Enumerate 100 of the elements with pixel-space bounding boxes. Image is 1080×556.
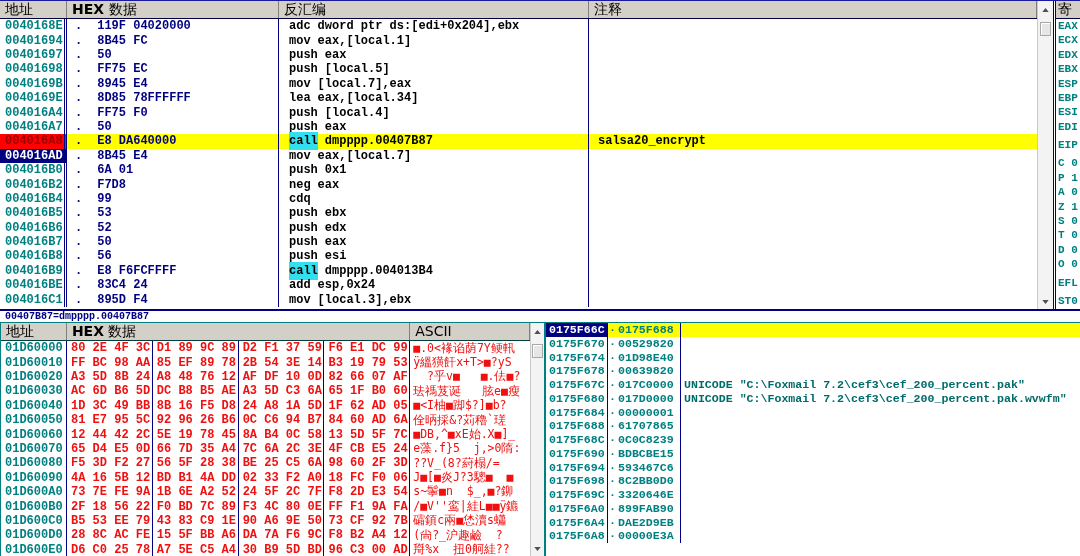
memory-address[interactable]: 00401697 [0, 47, 67, 63]
column-header[interactable]: 反汇编 [279, 1, 589, 18]
stack-address[interactable]: 0175F680 [546, 391, 608, 406]
memory-address[interactable]: 004016C1 [0, 292, 67, 307]
hex-bytes: D1 89 9C 89 [156, 340, 237, 357]
stack-address[interactable]: 0175F6A8 [546, 529, 608, 543]
hex-bytes: FF F1 9A FA [328, 498, 408, 515]
up-arrow-icon[interactable] [1042, 7, 1049, 12]
hex-bytes: D2 F1 37 59 [242, 340, 322, 357]
memory-address[interactable]: 004016B4 [0, 191, 67, 207]
column-header[interactable]: HEX 数据 [67, 1, 279, 18]
hex-bytes: 65 1F B0 60 [328, 383, 408, 400]
memory-address[interactable]: 004016BE [0, 278, 67, 293]
column-header[interactable]: ASCII [410, 323, 530, 340]
line-marker: · [609, 363, 616, 380]
line-marker: · [609, 349, 616, 366]
hex-bytes: 30 B9 5D BD [242, 541, 322, 556]
memory-address[interactable]: 0040168E [0, 19, 67, 34]
opcode-bytes: 8B45 FC [97, 32, 148, 49]
memory-address[interactable]: 0040169B [0, 76, 67, 91]
instruction-operands: [local.3],ebx [317, 291, 412, 309]
instruction-mnemonic: push [289, 234, 318, 250]
stack-address[interactable]: 0175F698 [546, 474, 608, 488]
ascii-text: 礵顉c兩■恷瀆s蠨 [413, 513, 507, 529]
down-arrow-icon[interactable] [1042, 300, 1049, 304]
line-marker: · [609, 404, 616, 421]
memory-address[interactable]: 004016B2 [0, 177, 67, 192]
opcode-bytes: E8 F6FCFFFF [97, 262, 177, 279]
opcode-bytes: 8945 E4 [97, 75, 148, 92]
memory-address[interactable]: 004016B6 [0, 220, 67, 235]
hex-bytes: D6 C0 25 78 [71, 541, 151, 556]
ascii-text: ?乎v■ ■.佉■? [426, 369, 521, 385]
ascii-text: 佺昞採&?苅穭`瑳 [413, 412, 507, 428]
memory-address[interactable]: 004016B0 [0, 162, 67, 178]
hex-bytes: 15 5F BB A6 [156, 527, 237, 544]
register-name: EBP [1058, 90, 1078, 106]
hex-bytes: A8 48 76 12 [156, 369, 237, 385]
stack-address[interactable]: 0175F66C [546, 323, 608, 337]
column-header[interactable]: 地址 [1, 323, 67, 340]
stack-address[interactable]: 0175F68C [546, 433, 608, 447]
hex-bytes: 12 44 42 2C [71, 426, 151, 443]
vertical-scrollbar[interactable] [530, 323, 544, 556]
instruction-mnemonic: cdq [289, 191, 311, 207]
opcode-bytes: 52 [97, 219, 112, 236]
opcode-bytes: 50 [97, 234, 112, 250]
memory-address[interactable]: 004016A4 [0, 105, 67, 120]
column-header[interactable]: 寄 [1056, 1, 1080, 19]
up-arrow-icon[interactable] [534, 329, 541, 334]
opcode-bytes: 53 [97, 205, 112, 222]
opcode-bytes: FF75 EC [97, 61, 148, 78]
hex-bytes: 43 83 C9 1E [156, 512, 237, 529]
opcode-bytes: 56 [97, 248, 112, 265]
hex-bytes: 90 A6 9E 50 [242, 512, 322, 529]
stack-address[interactable]: 0175F678 [546, 364, 608, 378]
hex-bytes: 81 E7 95 5C [71, 412, 151, 429]
instruction-operands: eax,[local.34] [317, 90, 419, 107]
ascii-text: ■DB,^■xE始.X■]_ [413, 427, 516, 442]
hex-bytes: 85 EF 89 78 [156, 354, 237, 371]
stack-address[interactable]: 0175F688 [546, 419, 608, 433]
hex-bytes: 24 A8 1A 5D [242, 397, 322, 414]
register-name: ESI [1058, 105, 1078, 121]
comment-text: salsa20_encrypt [598, 133, 707, 151]
column-header[interactable]: HEX 数据 [66, 323, 411, 340]
stack-address[interactable]: 0175F684 [546, 405, 608, 420]
hex-bytes: F8 B2 A4 12 [328, 527, 408, 544]
down-arrow-icon[interactable] [534, 547, 541, 551]
hex-bytes: 82 66 07 AF [328, 369, 408, 385]
stack-value: 01D98E40 [617, 349, 674, 366]
hex-bytes: F6 E1 DC 99 [328, 340, 408, 357]
stack-address[interactable]: 0175F69C [546, 488, 608, 502]
opcode-bytes: 6A 01 [97, 162, 134, 179]
memory-address[interactable]: 004016B5 [0, 206, 67, 221]
scrollbar-thumb[interactable] [532, 344, 543, 358]
instruction-mnemonic: call [289, 261, 318, 280]
stack-address[interactable]: 0175F6A4 [546, 515, 608, 530]
memory-address[interactable]: 004016B7 [0, 234, 67, 250]
stack-address[interactable]: 0175F690 [546, 446, 608, 461]
line-marker: . [75, 47, 83, 64]
scrollbar-thumb[interactable] [1040, 22, 1051, 36]
memory-address[interactable]: 00401694 [0, 33, 67, 48]
instruction-operands: esi [324, 248, 347, 265]
stack-address[interactable]: 0175F674 [546, 350, 608, 365]
hex-bytes: 80 2E 4F 3C [71, 340, 151, 357]
memory-address[interactable]: 004016B9 [0, 263, 67, 279]
hex-bytes: 65 D4 E5 0D [71, 440, 151, 457]
column-header[interactable]: 地址 [0, 1, 67, 18]
stack-address[interactable]: 0175F670 [546, 336, 608, 351]
stack-value: 00000001 [617, 404, 674, 421]
stack-address[interactable]: 0175F694 [546, 460, 608, 475]
column-header[interactable]: 注释 [589, 1, 1037, 18]
memory-address[interactable]: 00401698 [0, 62, 67, 77]
vertical-scrollbar[interactable] [1037, 1, 1053, 309]
opcode-bytes: FF75 F0 [97, 104, 148, 121]
hex-bytes: B5 53 EE 79 [71, 512, 151, 529]
stack-address[interactable]: 0175F6A0 [546, 501, 608, 516]
register-name: ECX [1058, 33, 1078, 49]
memory-address[interactable]: 0040169E [0, 90, 67, 106]
ascii-text: (尙?_沪趣鹼 ? [413, 528, 503, 543]
stack-address[interactable]: 0175F67C [546, 378, 608, 392]
memory-address[interactable]: 004016B8 [0, 249, 67, 264]
